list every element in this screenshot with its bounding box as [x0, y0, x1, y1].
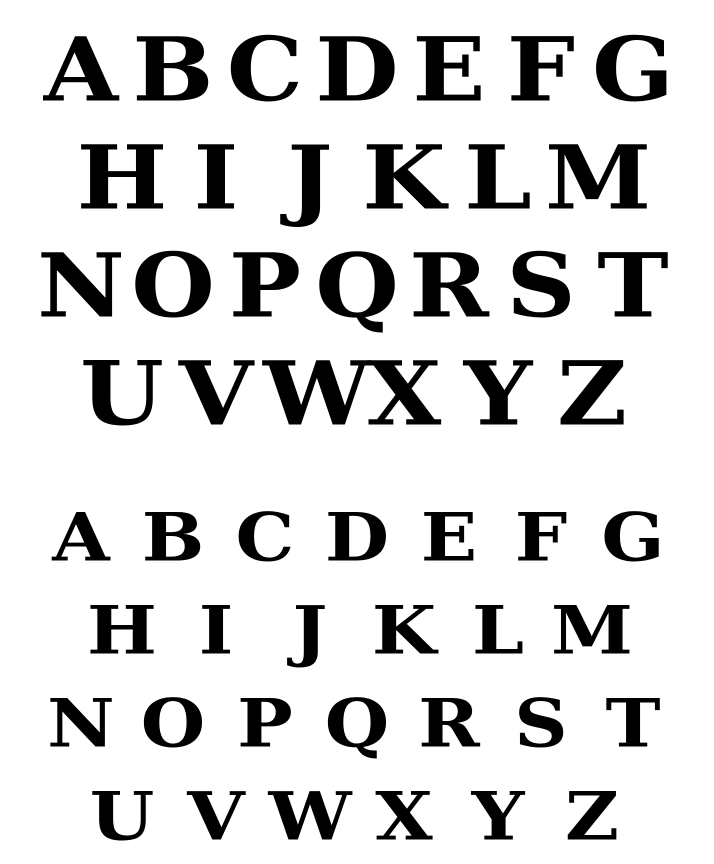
large-row-a-g: A B C D E F G [0, 10, 714, 118]
small-row-n-t: N O P Q R S T [0, 668, 714, 761]
small-letter-k: K [371, 592, 437, 670]
small-letter-r: R [418, 685, 480, 763]
small-letter-m: M [551, 592, 633, 670]
large-letter-n: N [37, 233, 125, 338]
small-letter-w: W [268, 778, 352, 856]
large-letter-r: R [409, 233, 489, 338]
large-letter-v: V [178, 341, 254, 446]
large-letter-g: G [592, 17, 674, 122]
large-letter-d: D [315, 17, 399, 122]
small-letter-z: Z [564, 778, 620, 856]
small-letter-x: X [375, 778, 433, 856]
small-letter-n: N [47, 685, 115, 763]
small-letter-y: Y [471, 778, 525, 856]
small-row-h-m: H I J K L M [0, 575, 714, 668]
large-letter-x: X [366, 341, 442, 446]
small-letter-g: G [601, 499, 665, 577]
large-letter-e: E [412, 17, 486, 122]
small-letter-q: Q [324, 685, 390, 763]
small-letter-l: L [471, 592, 525, 670]
large-letter-c: C [226, 17, 304, 122]
small-letter-u: U [89, 778, 155, 856]
large-letter-h: H [76, 125, 168, 230]
small-letter-h: H [87, 592, 157, 670]
large-letter-s: S [506, 233, 576, 338]
alphabet-specimen-sheet: A B C D E F G H I J K L M N O P Q R S T … [0, 0, 714, 864]
large-letter-b: B [132, 17, 214, 122]
small-alphabet-block: A B C D E F G H I J K L M N O P Q R S T … [0, 482, 714, 854]
small-letter-j: J [292, 592, 328, 670]
large-letter-p: P [228, 233, 302, 338]
small-letter-a: A [52, 499, 110, 577]
large-letter-m: M [545, 125, 652, 230]
large-letter-k: K [362, 125, 446, 230]
large-letter-w: W [263, 341, 371, 446]
small-letter-s: S [514, 685, 568, 763]
large-row-u-z: U V W X Y Z [0, 334, 714, 442]
large-letter-i: I [193, 125, 239, 230]
small-letter-f: F [514, 499, 568, 577]
small-row-u-z: U V W X Y Z [0, 761, 714, 854]
large-letter-z: Z [556, 341, 628, 446]
large-letter-o: O [131, 233, 215, 338]
small-letter-d: D [324, 499, 390, 577]
small-row-a-g: A B C D E F G [0, 482, 714, 575]
large-row-n-t: N O P Q R S T [0, 226, 714, 334]
small-letter-v: V [187, 778, 245, 856]
small-letter-b: B [141, 499, 205, 577]
large-row-h-m: H I J K L M [0, 118, 714, 226]
large-letter-a: A [43, 17, 119, 122]
small-letter-o: O [140, 685, 206, 763]
large-letter-l: L [464, 125, 532, 230]
small-letter-e: E [420, 499, 478, 577]
small-letter-t: T [605, 685, 661, 763]
large-letter-t: T [597, 233, 669, 338]
small-letter-p: P [237, 685, 293, 763]
small-letter-c: C [235, 499, 295, 577]
large-alphabet-block: A B C D E F G H I J K L M N O P Q R S T … [0, 10, 714, 442]
large-letter-f: F [506, 17, 576, 122]
large-letter-u: U [80, 341, 164, 446]
large-letter-y: Y [463, 341, 533, 446]
large-letter-q: Q [315, 233, 399, 338]
large-letter-j: J [287, 125, 333, 230]
small-letter-i: I [198, 592, 234, 670]
